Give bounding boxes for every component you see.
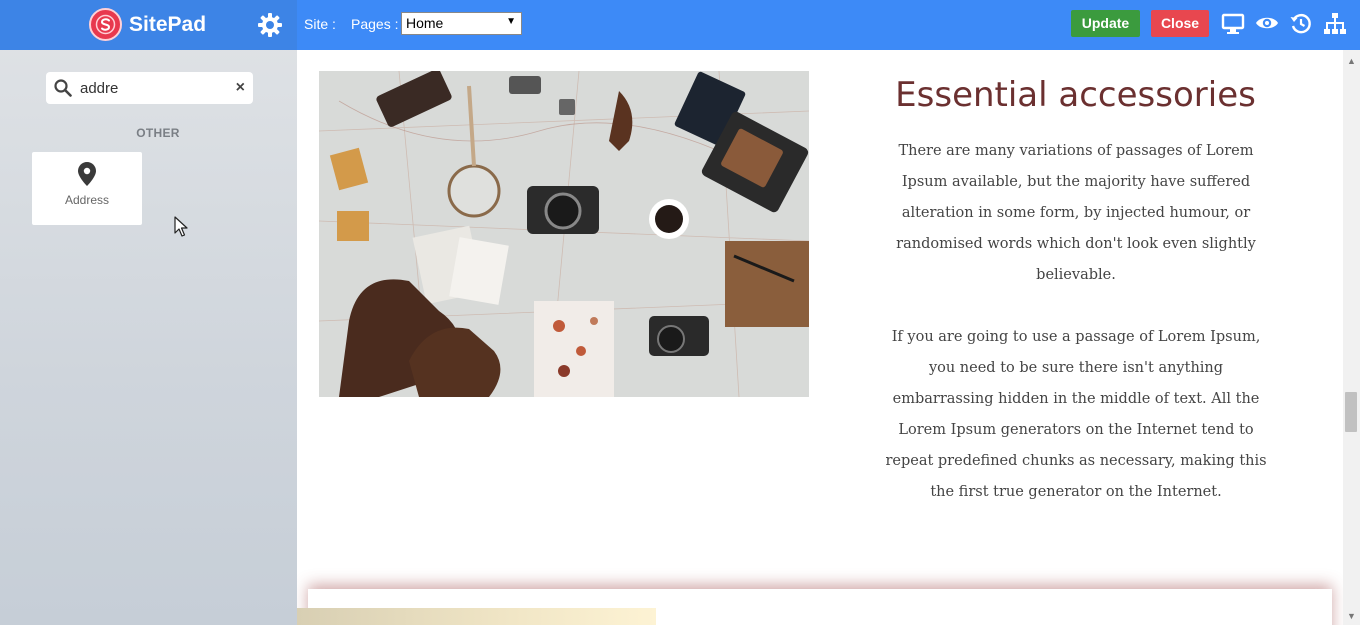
pages-select[interactable]: Home ▼ (401, 12, 522, 35)
site-label: Site : (304, 16, 336, 32)
search-input[interactable] (80, 78, 230, 98)
section-paragraph[interactable]: There are many variations of passages of… (882, 136, 1270, 291)
brand-name: SitePad (129, 13, 207, 36)
section-paragraph[interactable]: If you are going to use a passage of Lor… (882, 322, 1270, 508)
widget-address[interactable]: Address (32, 152, 142, 225)
update-button[interactable]: Update (1071, 10, 1140, 37)
brand-bar: SitePad (0, 0, 297, 50)
section-heading[interactable]: Essential accessories (857, 75, 1294, 115)
pages-label: Pages : (351, 16, 399, 32)
dropdown-arrow-icon: ▼ (506, 16, 516, 27)
editor-toolbar: Site : Pages : Home ▼ Update Close (297, 0, 1360, 50)
mouse-pointer-icon (174, 216, 188, 243)
close-button[interactable]: Close (1151, 10, 1209, 37)
history-icon[interactable] (1289, 12, 1313, 36)
clear-search-icon[interactable]: × (236, 79, 245, 97)
sitepad-logo-icon (89, 8, 122, 41)
scroll-up-icon[interactable]: ▲ (1347, 56, 1356, 66)
widget-address-label: Address (64, 193, 110, 207)
scrollbar-thumb[interactable] (1345, 392, 1357, 432)
accessories-photo[interactable] (319, 71, 809, 397)
widget-sidebar: SitePad addre × OTHER Address (0, 0, 297, 625)
pages-selected-value: Home (406, 15, 444, 31)
scroll-down-icon[interactable]: ▼ (1347, 611, 1356, 621)
widget-search-box: × (46, 72, 253, 104)
category-heading: OTHER (136, 126, 180, 140)
gear-icon[interactable] (257, 12, 283, 38)
canvas-scrollbar[interactable]: ▲ ▼ (1343, 50, 1360, 625)
desktop-icon[interactable] (1221, 12, 1245, 36)
map-marker-icon (78, 162, 96, 186)
search-icon (54, 79, 72, 102)
page-canvas: Essential accessories There are many var… (297, 50, 1343, 625)
next-section-image[interactable] (297, 608, 656, 625)
sitemap-icon[interactable] (1323, 12, 1347, 36)
eye-icon[interactable] (1255, 12, 1279, 36)
